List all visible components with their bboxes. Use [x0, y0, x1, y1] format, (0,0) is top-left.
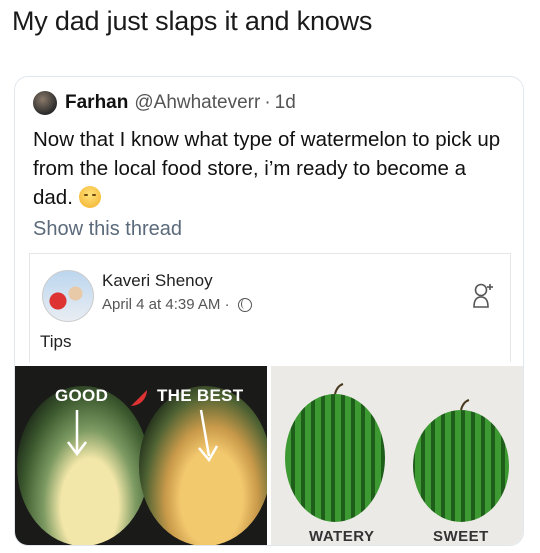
show-thread-link[interactable]: Show this thread [33, 218, 182, 241]
tweet-card[interactable]: Farhan @Ahwhateverr · 1d Now that I know… [14, 76, 524, 546]
sweet-melon [413, 410, 509, 522]
separator-dot: · [264, 92, 271, 113]
tweet-time[interactable]: 1d [275, 92, 296, 114]
tweet-text: Now that I know what type of watermelon … [33, 125, 503, 212]
whole-melons-image[interactable]: WATERY SWEET [271, 366, 523, 545]
label-sweet: SWEET [433, 528, 489, 545]
fb-post-date: April 4 at 4:39 AM · [102, 296, 252, 313]
label-good: GOOD [55, 386, 109, 405]
add-friend-icon[interactable] [472, 282, 494, 308]
melon-slice-icon [131, 390, 147, 406]
author-name[interactable]: Farhan [65, 92, 128, 114]
whole-melons-drawing [285, 383, 509, 522]
label-watery: WATERY [309, 528, 375, 545]
fb-date-text: April 4 at 4:39 AM · [102, 296, 230, 313]
tweet-body: Now that I know what type of watermelon … [33, 128, 501, 209]
label-the-best: THE BEST [157, 386, 244, 405]
fb-post-text: Tips [40, 332, 72, 351]
relieved-face-icon [78, 186, 101, 208]
fb-author-avatar[interactable] [42, 270, 94, 322]
melon-halves-image[interactable]: GOOD THE BEST [15, 366, 267, 545]
globe-icon [237, 298, 252, 312]
meme-caption: My dad just slaps it and knows [12, 6, 373, 36]
author-avatar[interactable] [33, 91, 57, 115]
tweet-header: Farhan @Ahwhateverr · 1d [33, 91, 296, 115]
down-arrow-icon [67, 410, 87, 457]
embedded-facebook-post[interactable]: Kaveri Shenoy April 4 at 4:39 AM · Tips [29, 253, 511, 362]
author-handle[interactable]: @Ahwhateverr [134, 92, 260, 114]
down-arrow-icon [198, 409, 219, 463]
watery-melon [285, 394, 385, 522]
fb-author-name[interactable]: Kaveri Shenoy [102, 271, 213, 291]
